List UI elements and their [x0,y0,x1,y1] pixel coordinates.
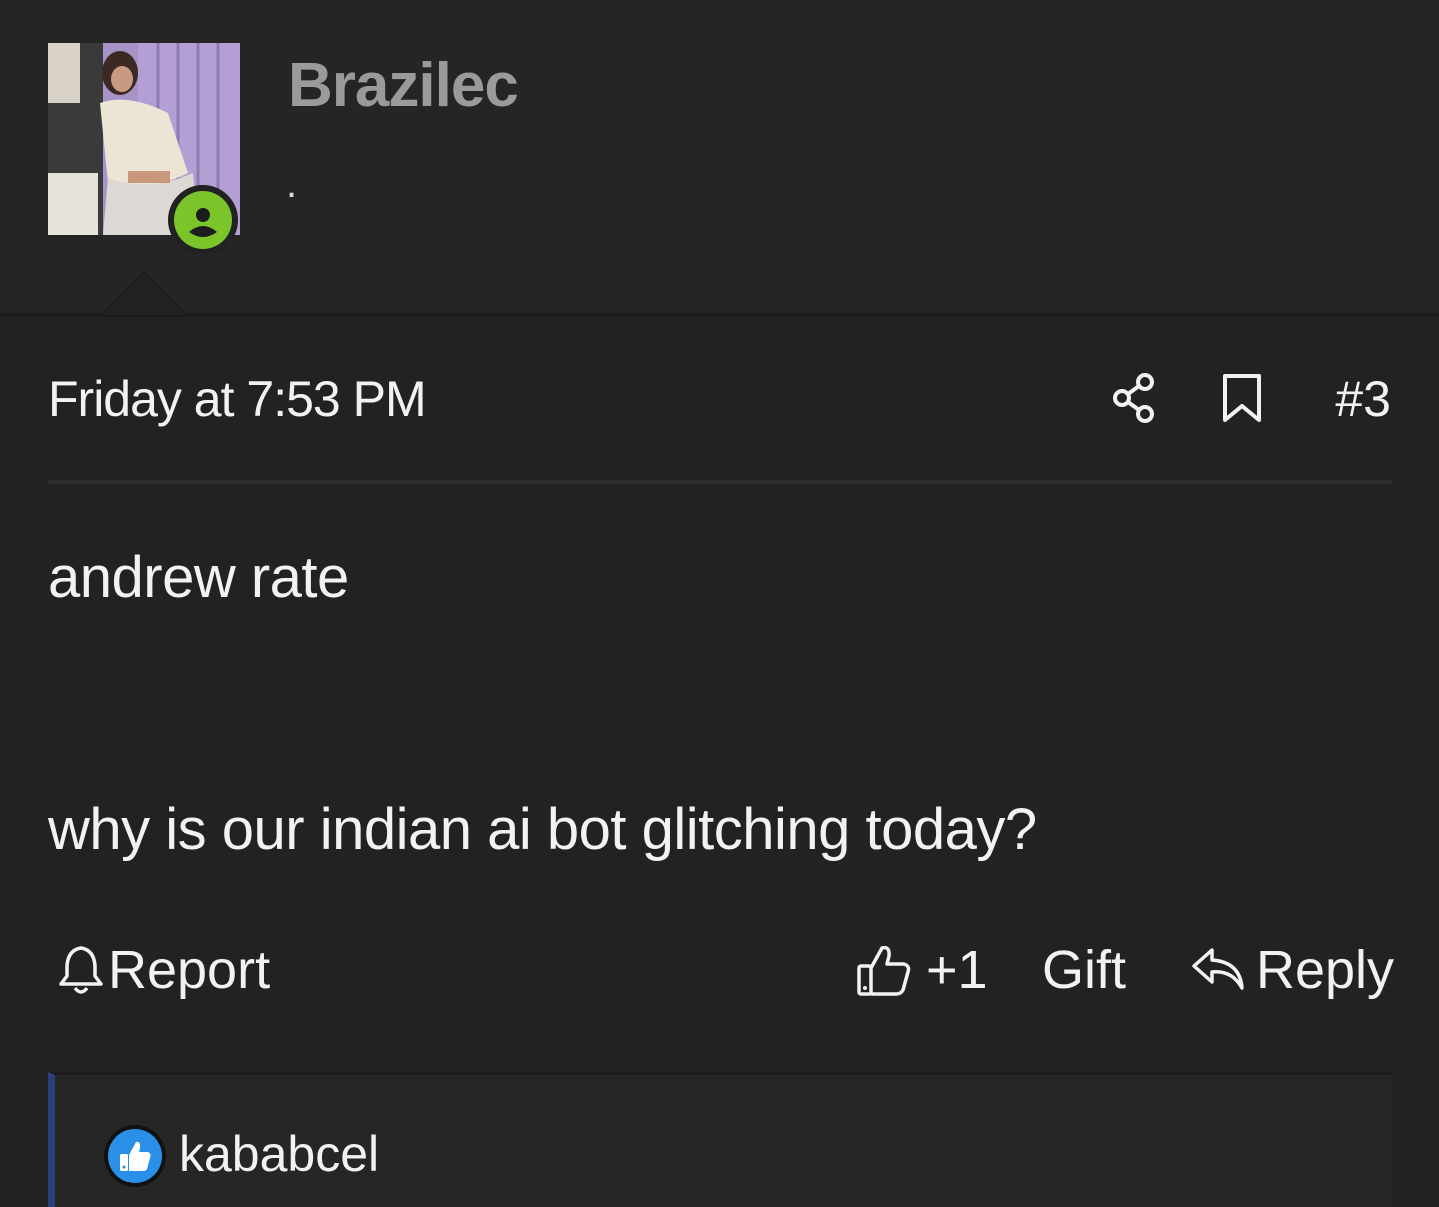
online-status-badge [168,185,238,255]
post-date[interactable]: Friday at 7:53 PM [48,370,427,428]
post-body-line: why is our indian ai bot glitching today… [48,797,1037,862]
post-number-link[interactable]: #3 [1335,370,1391,428]
header-pointer [100,271,188,315]
like-button[interactable]: +1 [856,938,988,1002]
bookmark-icon [1223,374,1261,422]
share-icon [1113,373,1154,423]
online-user-icon [183,200,223,240]
header-divider [0,313,1439,317]
post-body-line: andrew rate [48,545,349,610]
share-button[interactable] [1108,372,1160,424]
reply-label: Reply [1256,940,1395,1000]
gift-label: Gift [1042,940,1127,1000]
user-title: . [286,162,298,206]
gift-button[interactable]: Gift [1042,938,1126,1002]
user-header: Brazilec . [0,0,1439,316]
reactions-bar: kababcel [48,1072,1392,1207]
post-page: Brazilec . Friday at 7:53 PM #3 andrew r… [0,0,1439,1207]
bookmark-button[interactable] [1216,372,1268,424]
report-button[interactable]: Report [58,938,270,1002]
reaction-user-link[interactable]: kababcel [179,1125,379,1183]
username[interactable]: Brazilec [288,50,519,121]
meta-divider [48,480,1392,484]
like-reaction-icon [120,1141,151,1171]
reply-button[interactable]: Reply [1190,938,1394,1002]
report-label: Report [108,940,271,1000]
thumbs-up-icon [857,945,911,996]
like-count: +1 [926,940,988,1000]
bell-icon [59,946,103,994]
like-reaction-badge [104,1125,166,1187]
reply-arrow-icon [1192,948,1244,990]
